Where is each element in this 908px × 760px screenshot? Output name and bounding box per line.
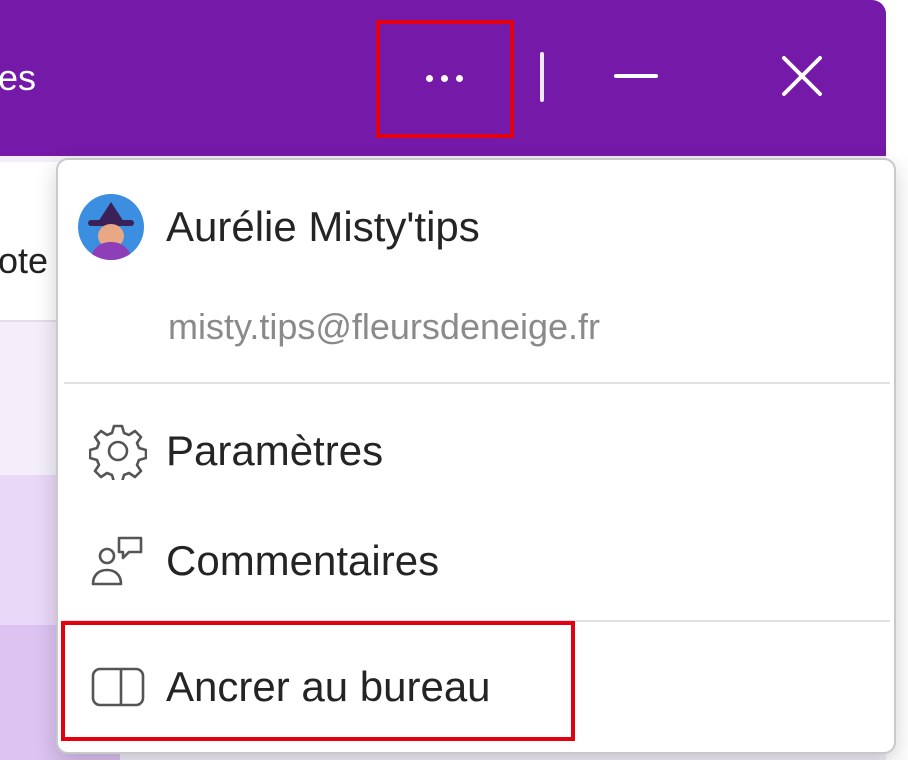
minimize-icon [614, 74, 658, 78]
menu-item-label: Ancrer au bureau [166, 663, 491, 710]
user-profile-row: Aurélie Misty'tips [78, 194, 480, 260]
close-button[interactable] [766, 40, 838, 112]
user-email: misty.tips@fleursdeneige.fr [168, 306, 601, 347]
dock-panel-icon [88, 657, 148, 717]
menu-item-settings[interactable]: Paramètres [88, 416, 383, 486]
menu-divider [64, 382, 890, 384]
more-options-button[interactable] [378, 22, 510, 134]
titlebar-separator [540, 52, 544, 102]
user-name: Aurélie Misty'tips [166, 203, 480, 250]
title-bar: es [0, 0, 886, 156]
window-title: es [0, 57, 37, 98]
menu-item-label: Paramètres [166, 427, 384, 474]
gear-icon [88, 421, 148, 481]
menu-item-dock-to-desktop[interactable]: Ancrer au bureau [88, 652, 491, 722]
avatar-witch-icon [78, 194, 144, 260]
menu-item-feedback[interactable]: Commentaires [88, 526, 439, 596]
more-horizontal-icon [425, 74, 463, 82]
close-icon [782, 56, 822, 96]
feedback-icon [88, 531, 148, 591]
menu-divider [64, 620, 890, 622]
account-menu: Aurélie Misty'tips misty.tips@fleursdene… [56, 158, 896, 754]
background-card-text: ote [0, 240, 49, 281]
minimize-button[interactable] [600, 40, 672, 112]
menu-item-label: Commentaires [166, 537, 440, 584]
